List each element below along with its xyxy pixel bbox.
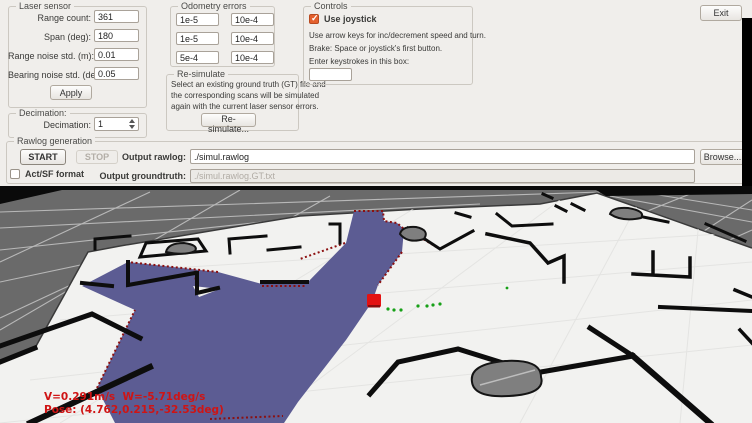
odometry-input-r3c1[interactable]: [176, 51, 219, 64]
spinner-down-icon[interactable]: [129, 125, 135, 129]
odometry-input-r2c2[interactable]: [231, 32, 274, 45]
span-label: Span (deg):: [8, 32, 91, 43]
simulator-window: Laser sensor Range count: Span (deg): Ra…: [0, 0, 752, 423]
range-count-input[interactable]: [94, 10, 139, 23]
resimulate-button[interactable]: Re-simulate...: [201, 113, 256, 127]
controls-hint-1: Use arrow keys for inc/decrement speed a…: [309, 31, 486, 40]
resimulate-desc-3: again with the current laser sensor erro…: [171, 102, 319, 111]
bearing-noise-input[interactable]: [94, 67, 139, 80]
range-noise-label: Range noise std. (m):: [8, 51, 91, 62]
robot-shadow: [368, 305, 380, 308]
output-rawlog-input[interactable]: [190, 149, 695, 164]
hud-velocity-text: V=0.291m/s W=-5.71deg/s: [44, 391, 205, 403]
actsf-checkbox[interactable]: [10, 169, 20, 179]
keystroke-input[interactable]: [309, 68, 352, 81]
hud-pose-text: Pose: (4.762,0.215,-32.53deg): [44, 404, 224, 416]
output-groundtruth-label: Output groundtruth:: [78, 171, 186, 182]
decimation-group-title: Decimation:: [16, 108, 70, 119]
decimation-label: Decimation:: [8, 120, 91, 131]
simulation-viewport[interactable]: V=0.291m/s W=-5.71deg/s Pose: (4.762,0.2…: [0, 186, 752, 423]
use-joystick-checkbox[interactable]: [309, 14, 319, 24]
odometry-input-r1c2[interactable]: [231, 13, 274, 26]
range-noise-input[interactable]: [94, 48, 139, 61]
odometry-input-r1c1[interactable]: [176, 13, 219, 26]
desktop-edge-strip: [742, 18, 752, 186]
controls-hint-3: Enter keystrokes in this box:: [309, 57, 409, 66]
use-joystick-label: Use joystick: [324, 14, 377, 25]
start-button[interactable]: START: [20, 149, 66, 165]
spinner-up-icon[interactable]: [129, 119, 135, 123]
odometry-errors-title: Odometry errors: [178, 1, 250, 12]
span-input[interactable]: [94, 29, 139, 42]
exit-button[interactable]: Exit: [700, 5, 742, 21]
rawlog-generation-title: Rawlog generation: [14, 136, 95, 147]
resimulate-desc-2: the corresponding scans will be simulate…: [171, 91, 319, 100]
resimulate-title: Re-simulate: [174, 69, 228, 80]
output-rawlog-label: Output rawlog:: [100, 152, 186, 163]
controls-title: Controls: [311, 1, 351, 12]
bearing-noise-label: Bearing noise std. (deg):: [8, 70, 91, 81]
output-groundtruth-input: [190, 169, 695, 183]
odometry-input-r3c2[interactable]: [231, 51, 274, 64]
apply-button[interactable]: Apply: [50, 85, 92, 100]
decimation-spin-buttons[interactable]: [129, 118, 138, 130]
viewport-top-band: [0, 186, 752, 190]
range-count-label: Range count:: [8, 13, 91, 24]
controls-hint-2: Brake: Space or joystick's first button.: [309, 44, 442, 53]
browse-button[interactable]: Browse...: [700, 149, 745, 165]
actsf-label: Act/SF format: [25, 169, 84, 180]
laser-sensor-title: Laser sensor: [16, 1, 74, 12]
odometry-input-r2c1[interactable]: [176, 32, 219, 45]
